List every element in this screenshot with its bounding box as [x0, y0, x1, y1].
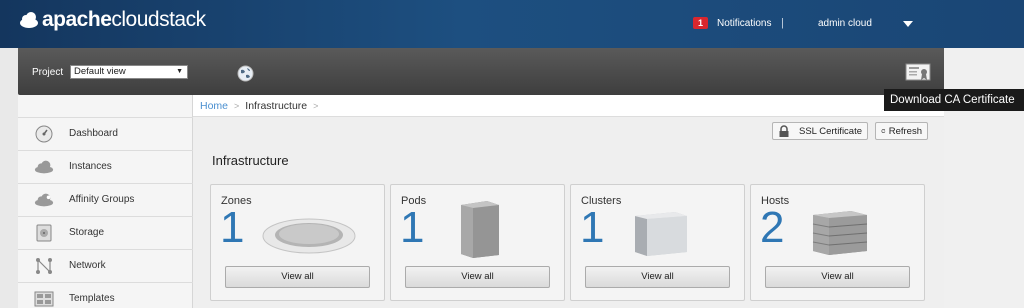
- breadcrumb-current[interactable]: Infrastructure: [245, 100, 307, 112]
- ssl-certificate-label: SSL Certificate: [799, 125, 863, 137]
- page-title: Infrastructure: [212, 153, 289, 168]
- breadcrumb-arrow-icon: >: [234, 100, 240, 111]
- sidebar-item-templates[interactable]: Templates: [18, 282, 193, 308]
- refresh-label: Refresh: [888, 125, 922, 137]
- sidebar: Dashboard Instances Affinity Groups Stor…: [18, 95, 193, 308]
- sidebar-item-label: Instances: [69, 161, 112, 172]
- view-all-pods-button[interactable]: View all: [405, 266, 550, 288]
- dashboard-icon: [34, 125, 54, 143]
- cloud-icon: [34, 158, 54, 176]
- sidebar-item-storage[interactable]: Storage: [18, 216, 193, 248]
- cloud-logo-icon: [20, 12, 38, 28]
- notifications[interactable]: 1 Notifications: [693, 17, 771, 29]
- pod-rack-icon: [461, 201, 499, 258]
- card-count: 1: [580, 203, 605, 252]
- notifications-label: Notifications: [717, 17, 772, 29]
- sidebar-item-label: Dashboard: [69, 128, 118, 139]
- ssl-certificate-button[interactable]: SSL Certificate: [772, 122, 868, 140]
- lock-icon: [779, 124, 789, 137]
- sidebar-item-affinity-groups[interactable]: Affinity Groups: [18, 183, 193, 215]
- user-menu[interactable]: admin cloud: [818, 18, 872, 29]
- zones-card: Zones 1 View all: [210, 184, 385, 301]
- card-count: 1: [400, 203, 425, 252]
- clusters-card: Clusters 1 View all: [570, 184, 745, 301]
- card-count: 1: [220, 203, 245, 252]
- logo-text: apachecloudstack: [42, 8, 206, 31]
- sidebar-item-network[interactable]: Network: [18, 249, 193, 281]
- card-count: 2: [760, 203, 785, 252]
- sidebar-item-dashboard[interactable]: Dashboard: [18, 117, 193, 149]
- sidebar-item-label: Templates: [69, 293, 115, 304]
- cluster-icon: [635, 212, 687, 256]
- project-label: Project: [32, 67, 64, 78]
- logo[interactable]: apachecloudstack: [18, 8, 206, 32]
- pods-card: Pods 1 View all: [390, 184, 565, 301]
- view-all-clusters-button[interactable]: View all: [585, 266, 730, 288]
- hosts-card: Hosts 2 View all: [750, 184, 925, 301]
- sidebar-item-label: Affinity Groups: [69, 194, 135, 205]
- download-ca-certificate-tooltip: Download CA Certificate: [884, 89, 1024, 111]
- affinity-icon: [34, 191, 54, 209]
- page-margin: [944, 48, 1024, 308]
- globe-icon[interactable]: [237, 65, 254, 82]
- storage-icon: [34, 224, 54, 242]
- main-content: SSL Certificate Refresh Infrastructure Z…: [193, 117, 944, 308]
- user-menu-caret-icon[interactable]: [903, 21, 913, 27]
- breadcrumb-arrow-icon: >: [313, 100, 319, 111]
- project-select[interactable]: Default view ▼: [70, 65, 188, 79]
- project-bar: Project Default view ▼: [18, 48, 944, 95]
- select-caret-icon: ▼: [176, 68, 183, 75]
- top-header: apachecloudstack 1 Notifications | admin…: [0, 0, 1024, 48]
- network-icon: [34, 257, 54, 275]
- host-server-icon: [812, 211, 868, 255]
- project-select-value: Default view: [74, 66, 126, 77]
- breadcrumb: Home > Infrastructure >: [193, 95, 944, 117]
- refresh-icon: [881, 129, 886, 133]
- sidebar-item-instances[interactable]: Instances: [18, 150, 193, 182]
- sidebar-item-label: Network: [69, 260, 106, 271]
- notification-count-badge: 1: [693, 17, 709, 29]
- sidebar-item-label: Storage: [69, 227, 105, 238]
- breadcrumb-home[interactable]: Home: [200, 100, 228, 112]
- zone-icon: [262, 218, 356, 254]
- view-all-hosts-button[interactable]: View all: [765, 266, 910, 288]
- templates-icon: [34, 290, 54, 308]
- refresh-button[interactable]: Refresh: [875, 122, 928, 140]
- certificate-icon[interactable]: [905, 63, 931, 83]
- view-all-zones-button[interactable]: View all: [225, 266, 370, 288]
- header-separator: |: [781, 17, 784, 29]
